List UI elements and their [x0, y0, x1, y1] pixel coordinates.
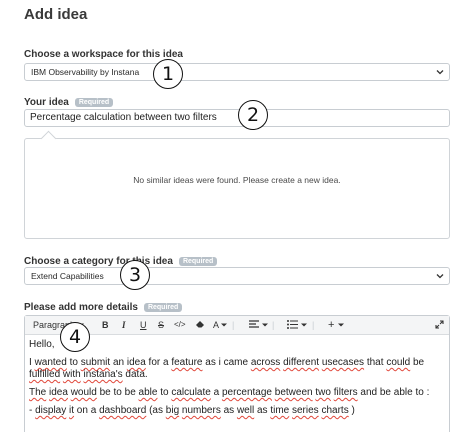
workspace-select[interactable]: IBM Observability by Instana [24, 63, 450, 81]
similar-ideas-message: No similar ideas were found. Please crea… [133, 175, 341, 185]
underline-button[interactable]: U [140, 318, 147, 332]
workspace-label: Choose a workspace for this idea [24, 49, 183, 60]
expand-icon [435, 320, 444, 329]
editor-content[interactable]: Hello, I wanted to submit an idea for a … [29, 339, 443, 423]
workspace-select-value: IBM Observability by Instana [31, 67, 140, 77]
idea-label: Your idea Required [24, 97, 114, 108]
caret-down-icon [221, 323, 228, 327]
details-label-text: Please add more details [24, 302, 138, 313]
similar-ideas-panel: No similar ideas were found. Please crea… [24, 130, 450, 239]
caret-down-icon [300, 323, 307, 327]
insert-dropdown[interactable]: + [328, 318, 344, 332]
category-select[interactable]: Extend Capabilities [24, 267, 450, 285]
insert-plus-label: + [328, 319, 335, 331]
category-label: Choose a category for this idea Required [24, 256, 218, 267]
required-badge: Required [74, 98, 114, 107]
caret-down-icon [261, 323, 268, 327]
idea-title-value: Percentage calculation between two filte… [30, 112, 217, 123]
category-label-text: Choose a category for this idea [24, 256, 173, 267]
align-left-icon [249, 320, 259, 328]
idea-title-input[interactable]: Percentage calculation between two filte… [24, 109, 450, 127]
editor-paragraph-1: I wanted to submit an idea for a feature… [29, 357, 425, 380]
bulleted-list-icon [287, 320, 298, 329]
editor-paragraph-2: The idea would be to be able to calculat… [29, 387, 430, 398]
fullscreen-button[interactable] [435, 318, 444, 332]
idea-label-text: Your idea [24, 97, 69, 108]
code-button[interactable]: </> [174, 318, 186, 332]
editor-bullet: - display it on a dashboard (as big numb… [29, 405, 355, 416]
font-color-label: A [213, 320, 219, 330]
align-dropdown[interactable] [249, 318, 268, 332]
toolbar-divider: | [232, 320, 235, 330]
chevron-down-icon [436, 274, 444, 279]
callout-1: 1 [153, 59, 183, 89]
eraser-icon [196, 321, 204, 328]
required-badge: Required [178, 257, 218, 266]
required-badge: Required [143, 303, 183, 312]
toolbar-divider: | [272, 320, 275, 330]
italic-button[interactable]: I [122, 318, 126, 332]
bold-button[interactable]: B [102, 318, 109, 332]
toolbar-divider: | [312, 320, 315, 330]
font-color-button[interactable]: A [213, 318, 228, 332]
workspace-label-text: Choose a workspace for this idea [24, 49, 183, 60]
editor-greeting: Hello, [29, 339, 55, 350]
callout-3: 3 [120, 260, 150, 290]
clear-format-button[interactable] [195, 318, 205, 332]
caret-down-icon [337, 323, 344, 327]
panel-notch [40, 130, 57, 147]
callout-4: 4 [60, 322, 90, 352]
category-select-value: Extend Capabilities [31, 271, 104, 281]
callout-2: 2 [238, 100, 268, 130]
chevron-down-icon [436, 70, 444, 75]
list-dropdown[interactable] [287, 318, 307, 332]
strikethrough-button[interactable]: S [158, 318, 164, 332]
details-label: Please add more details Required [24, 302, 183, 313]
page-title: Add idea [24, 6, 88, 23]
